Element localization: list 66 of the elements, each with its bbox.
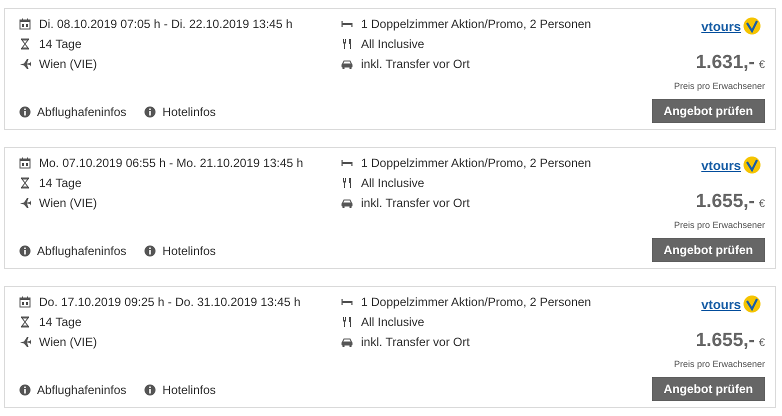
price-text: 1.631,- [696, 51, 755, 75]
travel-dates: Di. 08.10.2019 07:05 h - Di. 22.10.2019 13:45 h [39, 16, 293, 33]
cutlery-icon [341, 177, 353, 189]
cutlery-icon [341, 38, 353, 50]
transfer-text: inkl. Transfer vor Ort [361, 56, 470, 73]
board-text: All Inclusive [361, 36, 424, 53]
logo-text: vtours [701, 298, 741, 310]
currency-text: € [758, 336, 765, 351]
airport-text: Wien (VIE) [39, 195, 98, 212]
logo-text: vtours [701, 158, 741, 172]
info-link[interactable]: Abflughafeninfos [19, 103, 126, 121]
price-note: Preis pro Erwachsener [674, 218, 765, 232]
currency-text: € [758, 197, 765, 212]
info-icon [19, 245, 31, 257]
travel-dates: Do. 17.10.2019 09:25 h - Do. 31.10.2019 13:45 h [39, 294, 301, 311]
board-text: All Inclusive [361, 314, 424, 331]
calendar-icon [19, 18, 31, 30]
travel-dates: Mo. 07.10.2019 06:55 h - Mo. 21.10.2019 13:45 h [39, 155, 304, 172]
hourglass-icon [19, 38, 31, 50]
price-text: 1.655,- [696, 329, 755, 353]
room-text: 1 Doppelzimmer Aktion/Promo, 2 Personen [361, 16, 592, 33]
info-icon [144, 245, 156, 257]
info-icon [144, 106, 156, 118]
cutlery-icon [341, 316, 353, 328]
info-link[interactable]: Abflughafeninfos [19, 242, 126, 260]
room-text: 1 Doppelzimmer Aktion/Promo, 2 Personen [361, 294, 592, 311]
info-icon [144, 384, 156, 396]
board-text: All Inclusive [361, 175, 424, 192]
hourglass-icon [19, 316, 31, 328]
info-icon [19, 384, 31, 396]
duration-text: 14 Tage [39, 314, 82, 331]
plane-icon [19, 58, 31, 70]
currency-text: € [758, 58, 765, 73]
info-link[interactable]: Abflughafeninfos [19, 381, 126, 399]
bed-icon [341, 157, 353, 169]
hourglass-icon [19, 177, 31, 189]
logo-text: vtours [701, 20, 741, 32]
price-note: Preis pro Erwachsener [674, 80, 765, 93]
check-logo-icon [743, 295, 761, 313]
info-link[interactable]: Hotelinfos [144, 381, 216, 399]
info-link[interactable]: Hotelinfos [144, 242, 216, 260]
price-note: Preis pro Erwachsener [674, 358, 765, 371]
car-icon [341, 197, 353, 209]
check-offer-button[interactable]: Angebot prüfen [652, 99, 765, 123]
bed-icon [341, 18, 353, 30]
price-text: 1.655,- [696, 190, 755, 214]
duration-text: 14 Tage [39, 175, 82, 192]
plane-icon [19, 336, 31, 348]
calendar-icon [19, 296, 31, 308]
info-link[interactable]: Hotelinfos [144, 103, 216, 121]
check-logo-icon [743, 17, 761, 35]
plane-icon [19, 197, 31, 209]
airport-text: Wien (VIE) [39, 334, 98, 351]
car-icon [341, 58, 353, 70]
check-offer-button[interactable]: Angebot prüfen [652, 377, 765, 401]
airport-text: Wien (VIE) [39, 56, 98, 73]
info-icon [19, 106, 31, 118]
check-logo-icon [743, 156, 761, 174]
duration-text: 14 Tage [39, 36, 82, 53]
transfer-text: inkl. Transfer vor Ort [361, 195, 470, 212]
calendar-icon [19, 157, 31, 169]
room-text: 1 Doppelzimmer Aktion/Promo, 2 Personen [361, 155, 592, 172]
check-offer-button[interactable]: Angebot prüfen [652, 238, 765, 262]
transfer-text: inkl. Transfer vor Ort [361, 334, 470, 351]
car-icon [341, 336, 353, 348]
bed-icon [341, 296, 353, 308]
